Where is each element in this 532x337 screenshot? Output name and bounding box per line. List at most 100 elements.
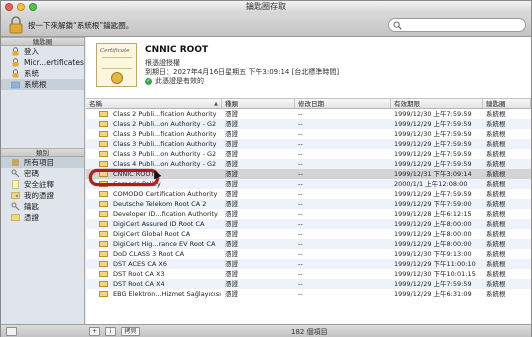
info-button[interactable]: i <box>105 327 116 336</box>
status-bar: + i 拷貝 182 個項目 <box>1 324 531 337</box>
category-item-label: 所有項目 <box>24 158 54 167</box>
table-row[interactable]: DST Root CA X4 憑證 -- 1999/12/29 上午7:59:59 系統… <box>86 279 531 289</box>
copy-button[interactable]: 拷貝 <box>121 327 140 336</box>
certificate-icon <box>99 291 108 297</box>
cell-name: Deutsche Telekom Root CA 2 <box>86 199 222 209</box>
cell-kind: 憑證 <box>225 120 238 128</box>
column-header-kind[interactable]: 種類 <box>222 99 295 108</box>
category-item[interactable]: 安全註釋 <box>1 179 84 190</box>
category-item[interactable]: 鑰匙 <box>1 201 84 212</box>
cell-keychain: 系統根 <box>486 250 506 258</box>
certificate-icon <box>99 251 108 257</box>
cell-kind: 憑證 <box>225 270 238 278</box>
table-row[interactable]: DigiCert Assured ID Root CA 憑證 -- 1999/12/2… <box>86 219 531 229</box>
cell-keychain: 系統根 <box>486 200 506 208</box>
table-row[interactable]: Class 3 Publi...fication Authority 憑證 -- 19… <box>86 129 531 139</box>
validity-text: 此憑證是有效的 <box>155 77 204 85</box>
cell-expires: 1999/12/29 上午8:00:00 <box>394 220 472 228</box>
table-row[interactable]: EBG Elektron...Hizmet Sağlayıcısı 憑證 -- 199… <box>86 289 531 299</box>
search-input[interactable] <box>404 20 522 31</box>
table-row[interactable]: COMODO Certification Authority 憑證 -- 1999/1… <box>86 189 531 199</box>
cell-keychain: 系統根 <box>486 110 506 118</box>
certificate-icon <box>99 211 108 217</box>
certificate-name: CNNIC ROOT <box>145 45 209 55</box>
lock-icon[interactable] <box>9 16 23 34</box>
cell-name: EBG Elektron...Hizmet Sağlayıcısı <box>86 289 222 299</box>
category-item[interactable]: 憑證 <box>1 212 84 223</box>
cell-modified: -- <box>298 290 303 298</box>
cell-kind: 憑證 <box>225 180 238 188</box>
keychain-item[interactable]: 系統 <box>1 68 84 79</box>
table-body: Class 2 Publi...fication Authority 憑證 -- 19… <box>86 109 531 299</box>
cell-keychain: 系統根 <box>486 240 506 248</box>
certificate-validity: ✓ 此憑證是有效的 <box>145 76 204 86</box>
table-row[interactable]: Deutsche Telekom Root CA 2 憑證 -- 1999/12/29… <box>86 199 531 209</box>
certificate-icon <box>99 281 108 287</box>
table-row[interactable]: DST ACES CA X6 憑證 -- 1999/12/29 下午11:00:10 系… <box>86 259 531 269</box>
cell-kind: 憑證 <box>225 230 238 238</box>
cell-modified: -- <box>298 180 303 188</box>
cell-expires: 1999/12/29 上午8:00:00 <box>394 230 472 238</box>
cell-keychain: 系統根 <box>486 140 506 148</box>
cell-name: DigiCert Global Root CA <box>86 229 222 239</box>
column-header-modified[interactable]: 修改日期 <box>295 99 391 108</box>
lock-icon <box>11 47 20 56</box>
cell-modified: -- <box>298 150 303 158</box>
certificate-image-text: Certificate <box>100 48 130 54</box>
cell-name: DigiCert Assured ID Root CA <box>86 219 222 229</box>
category-item-label: 我的憑證 <box>24 191 54 200</box>
minimize-window-button[interactable] <box>17 3 25 11</box>
certificate-icon <box>99 241 108 247</box>
certificate-icon <box>99 161 108 167</box>
cell-keychain: 系統根 <box>486 160 506 168</box>
certificate-icon <box>99 191 108 197</box>
table-row[interactable]: Class 2 Publi...fication Authority 憑證 -- 19… <box>86 109 531 119</box>
table-row[interactable]: Class 3 Publi...fication Authority 憑證 -- 19… <box>86 139 531 149</box>
cell-keychain: 系統根 <box>486 290 506 298</box>
cell-expires: 1999/12/30 上午7:59:59 <box>394 130 472 138</box>
cell-modified: -- <box>298 250 303 258</box>
cell-kind: 憑證 <box>225 140 238 148</box>
column-header-name[interactable]: 名稱 ▲ <box>86 99 222 108</box>
keychain-item[interactable]: 系統根 <box>1 79 84 90</box>
cell-kind: 憑證 <box>225 210 238 218</box>
table-row[interactable]: Class 2 Publi...on Authority - G2 憑證 -- 199… <box>86 119 531 129</box>
table-row[interactable]: Class 3 Publi...on Authority - G2 憑證 -- 199… <box>86 149 531 159</box>
cell-name: DoD CLASS 3 Root CA <box>86 249 222 259</box>
cell-modified: -- <box>298 110 303 118</box>
category-item[interactable]: 所有項目 <box>1 157 84 168</box>
table-row[interactable]: DST Root CA X3 憑證 -- 1999/12/30 下午10:01:15 系… <box>86 269 531 279</box>
table-row[interactable]: DoD CLASS 3 Root CA 憑證 -- 1999/12/30 下午9:13… <box>86 249 531 259</box>
search-field[interactable] <box>388 18 526 32</box>
category-item[interactable]: 密碼 <box>1 168 84 179</box>
cell-modified: -- <box>298 210 303 218</box>
cell-expires: 1999/12/29 上午7:59:59 <box>394 140 472 148</box>
table-row[interactable]: DigiCert Global Root CA 憑證 -- 1999/12/29 上午… <box>86 229 531 239</box>
keychain-item[interactable]: Micr...ertificates <box>1 57 84 68</box>
cell-modified: -- <box>298 240 303 248</box>
cell-expires: 1999/12/29 上午8:00:00 <box>394 240 472 248</box>
add-item-button[interactable]: + <box>89 327 100 336</box>
cell-expires: 1999/12/29 上午7:59:59 <box>394 120 472 128</box>
column-header-keychain[interactable]: 鑰匙圈 <box>483 99 531 108</box>
toggle-sidebar-button[interactable] <box>6 327 17 336</box>
cell-keychain: 系統根 <box>486 180 506 188</box>
category-item[interactable]: 我的憑證 <box>1 190 84 201</box>
keychain-item[interactable]: 登入 <box>1 46 84 57</box>
table-row[interactable]: DigiCert Hig...rance EV Root CA 憑證 -- 1999/… <box>86 239 531 249</box>
cell-kind: 憑證 <box>225 250 238 258</box>
zoom-window-button[interactable] <box>29 3 37 11</box>
cell-name: Class 3 Publi...fication Authority <box>86 129 222 139</box>
keychain-access-window: 鑰匙圈存取 按一下來解鎖“系統根”鑰匙圈。 鑰匙圈 登入 Micr...ertif… <box>0 0 532 337</box>
table-row[interactable]: Class 4 Publi...on Authority - G2 憑證 -- 199… <box>86 159 531 169</box>
category-item-label: 憑證 <box>24 213 39 222</box>
cell-kind: 憑證 <box>225 200 238 208</box>
certificate-icon <box>99 141 108 147</box>
certificate-icon <box>99 111 108 117</box>
table-row[interactable]: Developer ID...fication Authority 憑證 -- 199… <box>86 209 531 219</box>
item-count: 182 個項目 <box>291 328 328 336</box>
cell-modified: -- <box>298 230 303 238</box>
table-header: 名稱 ▲ 種類 修改日期 有效期限 鑰匙圈 <box>86 99 531 109</box>
column-header-expires[interactable]: 有效期限 <box>391 99 483 108</box>
close-window-button[interactable] <box>5 3 13 11</box>
